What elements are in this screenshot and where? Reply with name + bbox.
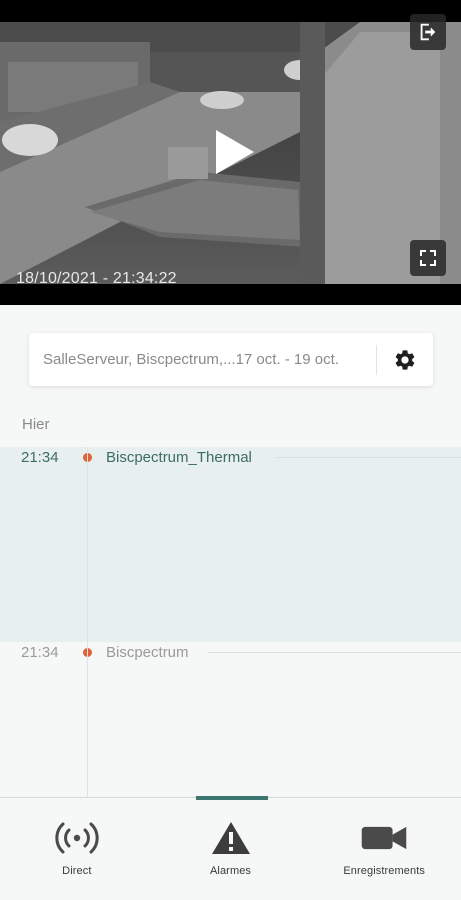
alarm-item[interactable]: 21:34 Biscpectrum [0,642,461,797]
day-header: Hier [22,416,50,433]
alarm-divider [208,652,461,653]
active-tab-indicator [195,796,268,800]
alarm-divider [275,457,461,458]
bottom-navigation: Direct Alarmes Enregistrements [0,796,461,900]
timeline-line [87,447,88,797]
nav-direct-label: Direct [62,865,92,877]
nav-direct[interactable]: Direct [0,798,154,900]
alarm-time: 21:34 [21,644,59,661]
video-camera-icon [361,826,407,850]
logout-icon [420,23,436,41]
alarm-item[interactable]: 21:34 Biscpectrum_Thermal [0,447,461,642]
alarm-name: Biscpectrum_Thermal [106,449,252,466]
video-player[interactable]: 18/10/2021 - 21:34:22 [0,0,461,305]
nav-alarmes[interactable]: Alarmes [154,796,308,900]
broadcast-icon [55,822,99,854]
logout-button[interactable] [410,14,446,50]
warning-icon [211,822,250,854]
fullscreen-icon [420,250,436,266]
filter-summary[interactable]: SalleServeur, Biscpectrum,...17 oct. - 1… [29,351,376,368]
gear-icon [395,349,415,370]
play-button[interactable] [212,128,256,176]
filter-settings-button[interactable] [377,333,433,386]
play-icon [216,130,254,174]
alarm-filter[interactable]: SalleServeur, Biscpectrum,...17 oct. - 1… [29,333,433,386]
video-timestamp: 18/10/2021 - 21:34:22 [16,270,177,287]
fullscreen-button[interactable] [410,240,446,276]
alarm-name: Biscpectrum [106,644,189,661]
alarm-time: 21:34 [21,449,59,466]
nav-enregistrements-label: Enregistrements [343,865,425,877]
nav-alarmes-label: Alarmes [209,865,252,877]
nav-enregistrements[interactable]: Enregistrements [307,798,461,900]
